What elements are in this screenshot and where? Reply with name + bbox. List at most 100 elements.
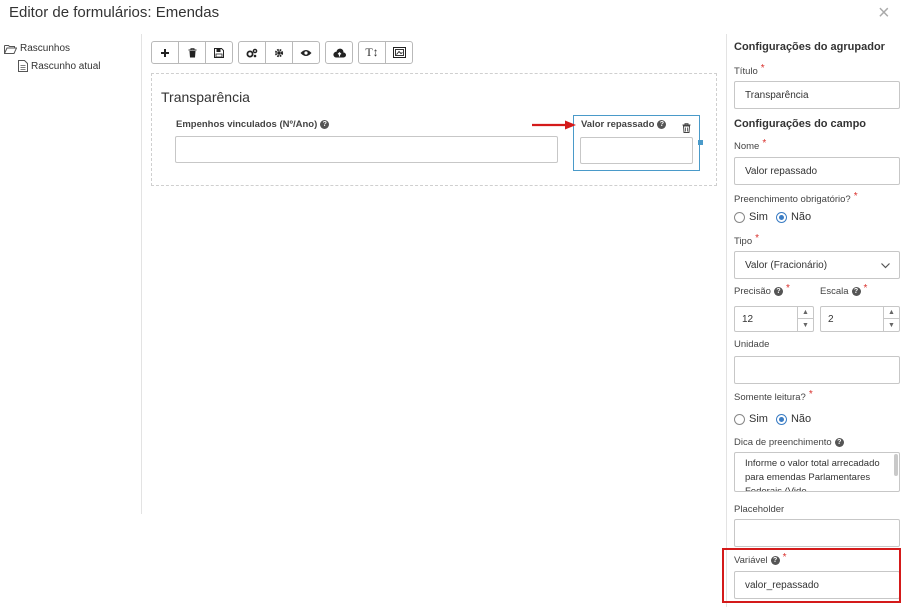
save-icon bbox=[214, 47, 224, 58]
precisao-stepper[interactable]: 12 ▲ ▼ bbox=[734, 306, 814, 332]
decrement-icon[interactable]: ▼ bbox=[884, 319, 899, 331]
placeholder-label: Placeholder bbox=[734, 504, 785, 515]
required-marker: * bbox=[853, 191, 858, 202]
group-settings-heading: Configurações do agrupador bbox=[734, 41, 885, 53]
precisao-value: 12 bbox=[742, 313, 754, 325]
cogs-icon bbox=[246, 48, 258, 57]
leitura-nao-radio[interactable] bbox=[775, 413, 787, 425]
tree-root-label: Rascunhos bbox=[20, 43, 71, 54]
eye-icon bbox=[300, 49, 312, 56]
text-height-icon: T↕ bbox=[365, 45, 379, 59]
form-group-transparencia[interactable]: Transparência Empenhos vinculados (Nº/An… bbox=[151, 73, 717, 186]
advanced-settings-button[interactable] bbox=[238, 41, 266, 64]
unidade-input[interactable] bbox=[734, 356, 900, 384]
dica-label-text: Dica de preenchimento bbox=[734, 437, 832, 448]
close-icon[interactable]: × bbox=[878, 3, 890, 23]
dica-text: Informe o valor total arrecadado para em… bbox=[745, 458, 880, 492]
precisao-label: Precisão ? * bbox=[734, 283, 790, 297]
field2-label: Valor repassado ? bbox=[581, 119, 667, 130]
required-marker: * bbox=[760, 63, 765, 74]
properties-panel: Configurações do agrupador Título * Trans… bbox=[726, 34, 904, 607]
dialog-header: Editor de formulários: Emendas × bbox=[0, 0, 904, 30]
obrigatorio-label-text: Preenchimento obrigatório? bbox=[734, 194, 851, 205]
delete-button[interactable] bbox=[178, 41, 206, 64]
question-icon: ? bbox=[773, 287, 783, 296]
gear-icon bbox=[274, 48, 284, 57]
nome-input[interactable]: Valor repassado bbox=[734, 157, 900, 185]
escala-label: Escala ? * bbox=[820, 283, 868, 297]
group-title: Transparência bbox=[161, 89, 250, 105]
preview-button[interactable] bbox=[292, 41, 320, 64]
leitura-nao-label: Não bbox=[790, 413, 812, 425]
field1-label-text: Empenhos vinculados (Nº/Ano) bbox=[176, 119, 318, 130]
text-size-button[interactable]: T↕ bbox=[358, 41, 386, 64]
publish-button[interactable] bbox=[325, 41, 353, 64]
resize-handle[interactable] bbox=[698, 140, 703, 145]
leitura-sim-label: Sim bbox=[749, 413, 768, 425]
obrigatorio-sim-radio[interactable] bbox=[734, 211, 745, 223]
tipo-select[interactable]: Valor (Fracionário) bbox=[734, 251, 900, 279]
textarea-scrollbar[interactable] bbox=[894, 454, 898, 476]
tree-item-rascunho-atual[interactable]: Rascunho atual bbox=[18, 60, 101, 72]
escala-spin-buttons: ▲ ▼ bbox=[883, 307, 899, 331]
question-icon: ? bbox=[834, 438, 844, 447]
obrigatorio-sim-label: Sim bbox=[749, 211, 768, 223]
tipo-label-text: Tipo bbox=[734, 236, 753, 247]
titulo-label: Título * bbox=[734, 63, 765, 77]
field1-label: Empenhos vinculados (Nº/Ano) ? bbox=[176, 119, 330, 130]
plus-icon bbox=[161, 48, 169, 57]
unidade-label: Unidade bbox=[734, 339, 770, 350]
obrigatorio-nao-radio[interactable] bbox=[775, 211, 787, 223]
toolbar-group-1 bbox=[151, 41, 233, 65]
leitura-label-text: Somente leitura? bbox=[734, 392, 806, 403]
annotation-arrow bbox=[532, 120, 576, 130]
field2-label-text: Valor repassado bbox=[581, 119, 655, 130]
titulo-input[interactable]: Transparência bbox=[734, 81, 900, 109]
valor-repassado-input[interactable] bbox=[580, 137, 693, 164]
nome-label-text: Nome bbox=[734, 141, 760, 152]
settings-button[interactable] bbox=[265, 41, 293, 64]
toolbar-group-3 bbox=[325, 41, 353, 65]
leitura-radio-group: Sim Não bbox=[734, 413, 811, 425]
trash-icon bbox=[188, 47, 196, 57]
obrigatorio-nao-label: Não bbox=[790, 211, 812, 223]
obrigatorio-radio-group: Sim Não bbox=[734, 211, 811, 223]
dica-label: Dica de preenchimento ? bbox=[734, 437, 844, 448]
required-marker: * bbox=[808, 389, 813, 400]
required-marker: * bbox=[762, 138, 767, 149]
drafts-tree: Rascunhos Rascunho atual bbox=[0, 34, 142, 514]
tipo-label: Tipo * bbox=[734, 233, 760, 247]
leitura-sim-radio[interactable] bbox=[734, 413, 745, 425]
field-delete-icon[interactable] bbox=[682, 120, 691, 138]
toolbar-group-2 bbox=[238, 41, 320, 65]
increment-icon[interactable]: ▲ bbox=[798, 307, 813, 319]
cloud-upload-icon bbox=[332, 48, 346, 57]
question-icon: ? bbox=[851, 287, 861, 296]
file-icon bbox=[18, 60, 28, 72]
required-marker: * bbox=[785, 283, 790, 294]
tree-item-rascunhos[interactable]: Rascunhos bbox=[4, 43, 70, 54]
tree-child-label: Rascunho atual bbox=[31, 60, 101, 72]
required-marker: * bbox=[863, 283, 868, 294]
variavel-highlight-box bbox=[722, 548, 901, 603]
toolbar-group-4: T↕ bbox=[358, 41, 413, 65]
image-button[interactable] bbox=[385, 41, 413, 64]
add-button[interactable] bbox=[151, 41, 179, 64]
empenhos-input[interactable] bbox=[175, 136, 558, 163]
placeholder-input[interactable] bbox=[734, 519, 900, 547]
decrement-icon[interactable]: ▼ bbox=[798, 319, 813, 331]
dica-textarea[interactable]: Informe o valor total arrecadado para em… bbox=[734, 452, 900, 492]
precisao-label-text: Precisão bbox=[734, 286, 771, 297]
increment-icon[interactable]: ▲ bbox=[884, 307, 899, 319]
editor-toolbar: T↕ bbox=[151, 41, 413, 65]
folder-open-icon bbox=[4, 44, 17, 54]
required-marker: * bbox=[755, 233, 760, 244]
precisao-spin-buttons: ▲ ▼ bbox=[797, 307, 813, 331]
field-settings-heading: Configurações do campo bbox=[734, 118, 867, 130]
escala-stepper[interactable]: 2 ▲ ▼ bbox=[820, 306, 900, 332]
save-button[interactable] bbox=[205, 41, 233, 64]
question-icon: ? bbox=[657, 120, 667, 129]
image-icon bbox=[392, 47, 406, 58]
titulo-label-text: Título bbox=[734, 66, 758, 77]
escala-label-text: Escala bbox=[820, 286, 849, 297]
